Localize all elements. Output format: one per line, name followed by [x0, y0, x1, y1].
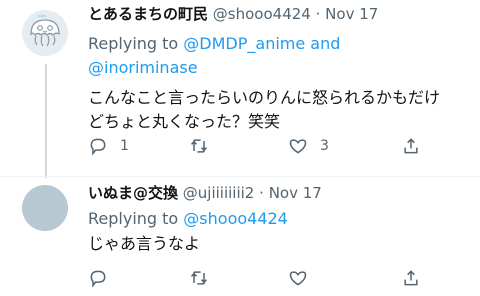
share-button[interactable] — [401, 268, 421, 288]
jellyfish-avatar-icon — [30, 14, 60, 47]
avatar[interactable] — [22, 10, 68, 56]
timestamp[interactable]: Nov 17 — [325, 5, 378, 23]
heart-icon — [289, 271, 307, 286]
share-icon — [404, 138, 418, 154]
separator-dot: · — [259, 184, 264, 202]
tweet-actions: 1 3 — [88, 136, 428, 160]
like-count: 3 — [320, 138, 329, 154]
share-button[interactable] — [401, 136, 421, 156]
tweet-actions — [88, 268, 428, 292]
timestamp[interactable]: Nov 17 — [269, 184, 322, 202]
tweet-text: じゃあ言うなよ — [88, 234, 201, 253]
heart-icon — [289, 139, 307, 154]
reply-icon — [90, 270, 106, 288]
reply-button[interactable] — [88, 268, 120, 288]
separator-dot: · — [315, 5, 321, 23]
display-name[interactable]: いぬま@交換 — [88, 184, 178, 202]
handle[interactable]: @ujiiiiiiii2 — [183, 184, 255, 202]
replying-to: Replying to @DMDP_anime and @inoriminase — [88, 32, 448, 80]
retweet-button[interactable] — [189, 136, 221, 156]
handle[interactable]: @shooo4424 — [213, 5, 311, 23]
like-button[interactable] — [288, 268, 320, 288]
replying-to-label: Replying to — [88, 209, 184, 228]
reply-count: 1 — [120, 138, 129, 154]
avatar[interactable] — [22, 185, 68, 231]
tweet-header: いぬま@交換 @ujiiiiiiii2 · Nov 17 — [88, 183, 322, 203]
retweet-button[interactable] — [189, 268, 221, 288]
display-name[interactable]: とあるまちの町民 — [88, 5, 208, 23]
replying-to: Replying to @shooo4424 — [88, 207, 288, 231]
replying-to-users-link[interactable]: @shooo4424 — [183, 209, 288, 228]
like-button[interactable]: 3 — [288, 136, 329, 156]
retweet-icon — [190, 271, 208, 285]
reply-icon — [90, 138, 106, 156]
retweet-icon — [190, 139, 208, 153]
replying-to-label: Replying to — [88, 34, 184, 53]
share-icon — [404, 270, 418, 286]
tweet-header: とあるまちの町民 @shooo4424 · Nov 17 — [88, 4, 378, 24]
reply-button[interactable]: 1 — [88, 136, 129, 156]
tweet-text: こんなこと言ったらいのりんに怒られるかもだけどちょと丸くなった？笑笑 — [88, 88, 441, 131]
